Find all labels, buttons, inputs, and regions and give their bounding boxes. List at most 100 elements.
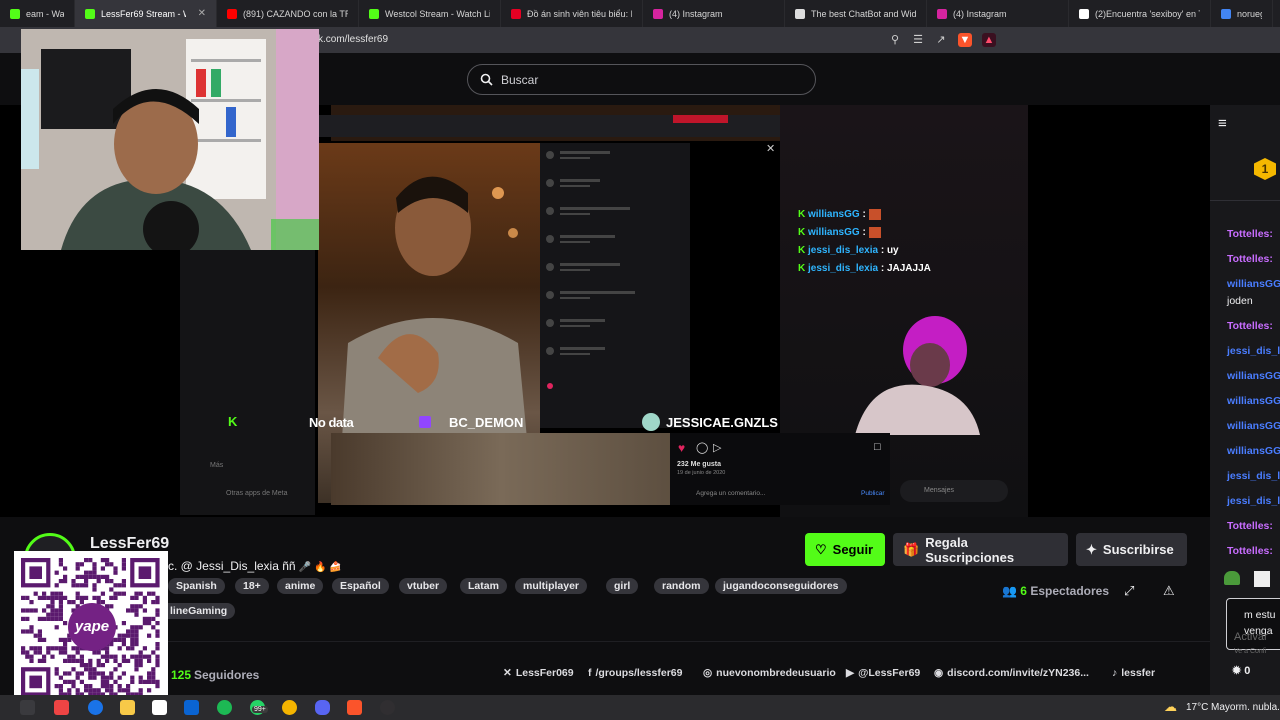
insta-publish[interactable]: Publicar [861, 490, 884, 497]
streamer-webcam [21, 29, 319, 250]
social-label: lessfer [1121, 667, 1156, 679]
taskview-icon[interactable] [20, 700, 35, 715]
chat-line-user[interactable]: Tottelles: [1227, 545, 1273, 557]
chat-line-user[interactable]: Tottelles: [1227, 520, 1273, 532]
chrome-icon[interactable] [282, 700, 297, 715]
stream-tag[interactable]: Spanish [168, 578, 225, 594]
search-box[interactable]: Buscar [467, 64, 816, 95]
overlay-chat-colon: : [859, 227, 869, 239]
tiktok-icon: ♪ [1112, 667, 1118, 679]
social-label: discord.com/invite/zYN236... [947, 667, 1089, 679]
stream-title: c. @ Jessi_Dis_lexia ññ 🎤 🔥 🍰 [168, 559, 342, 573]
folder-icon[interactable] [120, 700, 135, 715]
social-link[interactable]: ♪ lessfer [1112, 667, 1155, 679]
brave-shield-icon[interactable]: ▼ [958, 33, 972, 47]
chat-line-user[interactable]: Tottelles: [1227, 253, 1273, 265]
channel-points[interactable]: ✹ 0 [1232, 664, 1250, 677]
category-tag[interactable]: lineGaming [160, 603, 236, 619]
reader-icon[interactable]: ☰ [911, 33, 925, 47]
yape-qr-code: yape [14, 551, 168, 704]
browser-tab[interactable]: eam - Watch Live [0, 0, 75, 27]
browser-tab[interactable]: (4) Instagram [643, 0, 785, 27]
tab-label: (4) Instagram [669, 8, 723, 19]
obs-icon[interactable] [380, 700, 395, 715]
gift-subs-button[interactable]: 🎁 Regala Suscripciones [893, 533, 1068, 566]
tab-close-icon[interactable]: ✕ [198, 8, 206, 19]
browser-tab[interactable]: (891) CAZANDO con la TRIBU [217, 0, 359, 27]
edge-icon[interactable] [88, 700, 103, 715]
rewards-icon[interactable]: ▲ [982, 33, 996, 47]
tab-label: noruega - B [1237, 8, 1262, 19]
share-icon[interactable]: ⤢ [1124, 583, 1134, 599]
tab-label: The best ChatBot and Widgets [811, 8, 916, 19]
discord-icon[interactable] [315, 700, 330, 715]
collapse-chat-icon[interactable]: ≡ [1218, 115, 1227, 132]
captured-browser-tabs [318, 115, 780, 137]
yape-logo: yape [68, 603, 116, 651]
insta-comment-input[interactable]: Agrega un comentario... [696, 490, 765, 497]
stream-tag[interactable]: girl [606, 578, 639, 594]
social-link[interactable]: ✕ LessFer069 [503, 667, 574, 679]
social-link[interactable]: f/groups/lessfer69 [588, 667, 682, 679]
info-divider [150, 641, 1210, 642]
chat-line-user[interactable]: williansGG [1227, 278, 1280, 290]
emote-icon-2 [1254, 571, 1270, 587]
bookmark-icon[interactable]: □ [874, 441, 881, 453]
chat-line-user[interactable]: williansGG [1227, 420, 1280, 432]
browser-tab[interactable]: noruega - B [1211, 0, 1273, 27]
tab-label: LessFer69 Stream - Watc [101, 8, 186, 19]
zoom-icon[interactable]: ⚲ [888, 33, 902, 47]
stream-tag[interactable]: 18+ [235, 578, 269, 594]
app-icon-1[interactable] [54, 700, 69, 715]
overlay-chat-line: K williansGG : [798, 209, 881, 220]
share-icon[interactable]: ↗ [934, 33, 948, 47]
heart-icon[interactable]: ♥ [678, 441, 685, 455]
social-link[interactable]: ◎ nuevonombredeusuario [703, 667, 836, 679]
social-link[interactable]: ▶ @LessFer69 [846, 667, 920, 679]
stream-tag[interactable]: vtuber [399, 578, 448, 594]
chat-line-user[interactable]: Tottelles: [1227, 228, 1273, 240]
chat-badge-count[interactable]: 1 [1254, 158, 1276, 180]
report-icon[interactable]: ⚠ [1163, 583, 1175, 599]
heart-icon: ♡ [815, 541, 827, 557]
captured-active-tab [673, 115, 728, 123]
stream-tag[interactable]: multiplayer [515, 578, 588, 594]
stream-tag[interactable]: Español [332, 578, 389, 594]
chat-line-user[interactable]: williansGG [1227, 395, 1280, 407]
follow-button[interactable]: ♡ Seguir [805, 533, 885, 566]
url-field[interactable]: k.com/lessfer69 [318, 34, 388, 45]
viewers-icon: 👥 [1002, 584, 1017, 598]
spotify-icon[interactable] [217, 700, 232, 715]
comment-icon[interactable]: ◯ [696, 441, 708, 454]
browser-tab[interactable]: Đồ án sinh viên tiêu biểu: Bảo [501, 0, 643, 27]
brave-icon[interactable] [347, 700, 362, 715]
stream-tag[interactable]: anime [277, 578, 324, 594]
chat-line-user[interactable]: Tottelles: [1227, 320, 1273, 332]
chat-line-user[interactable]: joden [1227, 295, 1253, 307]
browser-tab[interactable]: (2)Encuentra 'sexiboy' en TikTo [1069, 0, 1211, 27]
browser-tab[interactable]: Westcol Stream - Watch Live o [359, 0, 501, 27]
chat-line-user[interactable]: williansGG [1227, 370, 1280, 382]
social-link[interactable]: ◉ discord.com/invite/zYN236... [934, 667, 1089, 679]
tab-favicon-icon [369, 8, 379, 19]
browser-tab[interactable]: The best ChatBot and Widgets [785, 0, 927, 27]
subscribe-button[interactable]: ✦ Suscribirse [1076, 533, 1187, 566]
browser-tab[interactable]: (4) Instagram [927, 0, 1069, 27]
browser-tab[interactable]: LessFer69 Stream - Watc ✕ [75, 0, 217, 27]
chat-line-user[interactable]: jessi_dis_l [1227, 495, 1280, 507]
insta-messages-pill[interactable]: Mensajes [900, 480, 1008, 502]
insta-likes: 232 Me gusta [677, 461, 721, 468]
tab-label: Đồ án sinh viên tiêu biểu: Bảo [527, 8, 632, 19]
chat-line-user[interactable]: jessi_dis_l [1227, 345, 1280, 357]
chat-line-user[interactable]: williansGG [1227, 445, 1280, 457]
stream-tag[interactable]: random [654, 578, 709, 594]
close-icon[interactable]: ✕ [766, 142, 775, 155]
emote-icon [868, 209, 881, 220]
webcam-scene [21, 29, 319, 250]
stream-tag[interactable]: Latam [460, 578, 507, 594]
mail-icon[interactable] [184, 700, 199, 715]
chat-line-user[interactable]: jessi_dis_l [1227, 470, 1280, 482]
store-icon[interactable] [152, 700, 167, 715]
stream-tag[interactable]: jugandoconseguidores [715, 578, 847, 594]
send-icon[interactable]: ▷ [713, 441, 721, 454]
